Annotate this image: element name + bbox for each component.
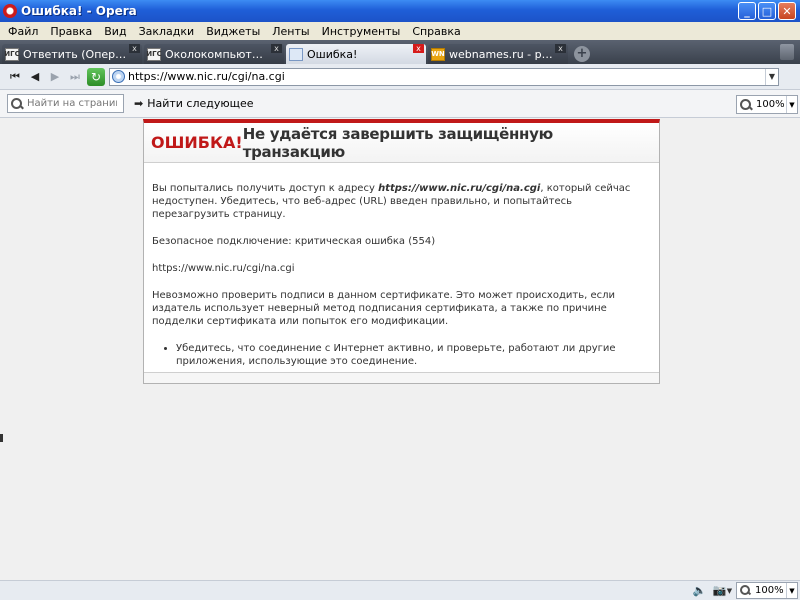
tab-close-icon[interactable]: x [413,44,424,53]
suggestion-list: Убедитесь, что соединение с Интернет акт… [176,342,651,368]
suggestion-item: Убедитесь, что соединение с Интернет акт… [176,342,651,368]
tab-error[interactable]: Ошибка! x [286,44,426,64]
address-field[interactable]: https://www.nic.ru/cgi/na.cgi ▼ [109,67,779,86]
menu-feeds[interactable]: Ленты [266,25,315,38]
zoom-icon [740,98,752,111]
find-next-label: Найти следующее [147,97,254,110]
zoom-value[interactable]: 100% [756,99,785,110]
error-url-plain: https://www.nic.ru/cgi/na.cgi [152,263,295,274]
menu-widgets[interactable]: Виджеты [200,25,266,38]
close-button[interactable]: ✕ [778,2,796,20]
address-dropdown-icon[interactable]: ▼ [765,68,778,85]
forward-button[interactable]: ▶ [45,68,65,86]
tab-close-icon[interactable]: x [271,44,282,53]
tab-bar: ИГС Ответить (Операцион... x ИГС Околоко… [0,40,800,64]
minimize-button[interactable]: _ [738,2,756,20]
tab-offtopic[interactable]: ИГС Околокомпьютерные ... x [144,44,284,64]
address-url[interactable]: https://www.nic.ru/cgi/na.cgi [128,70,285,83]
forum-favicon-icon: ИГС [146,47,162,61]
webnames-favicon-icon: WN [431,47,445,61]
search-icon [11,97,23,110]
zoom-dropdown-icon[interactable]: ▼ [786,96,797,113]
tab-label: Околокомпьютерные ... [165,47,269,61]
fast-forward-button[interactable]: ⏭ [65,68,85,86]
menu-bookmarks[interactable]: Закладки [133,25,201,38]
secure-connection-status: Безопасное подключение: критическая ошиб… [152,236,436,247]
window-controls: _ □ ✕ [738,2,796,20]
opera-logo-icon [3,4,17,18]
arrow-right-icon: ➡ [134,97,144,110]
menu-tools[interactable]: Инструменты [316,25,407,38]
menu-file[interactable]: Файл [2,25,44,38]
page-content: ОШИБКА! Не удаётся завершить защищённую … [0,118,800,580]
error-footer [144,372,659,383]
window-title: Ошибка! - Opera [21,4,137,18]
opera-page-favicon-icon [289,47,303,61]
error-title: Не удаётся завершить защищённую транзакц… [242,124,553,161]
speaker-icon[interactable]: 🔈 [693,584,707,597]
error-url-bold: https://www.nic.ru/cgi/na.cgi [378,183,541,194]
window-titlebar: Ошибка! - Opera _ □ ✕ [0,0,800,22]
find-bar: ➡ Найти следующее 100% ▼ [0,90,800,118]
zoom-control[interactable]: 100% ▼ [736,95,798,114]
tab-label: Ответить (Операцион... [23,47,127,61]
error-text: Вы попытались получить доступ к адресу [152,183,379,194]
new-tab-button[interactable]: + [574,46,590,62]
back-button[interactable]: ◀ [25,68,45,86]
error-card: ОШИБКА! Не удаётся завершить защищённую … [143,119,660,384]
error-label: ОШИБКА! [151,133,243,152]
images-dropdown-icon[interactable]: ▼ [723,584,736,597]
find-field[interactable] [7,94,124,113]
rewind-button[interactable]: ⏮ [5,68,25,86]
address-toolbar: ⏮ ◀ ▶ ⏭ ↻ https://www.nic.ru/cgi/na.cgi … [0,64,800,90]
tab-close-icon[interactable]: x [555,44,566,53]
status-zoom-control[interactable]: 100% ▼ [736,582,798,599]
zoom-icon [740,585,751,596]
menu-bar: Файл Правка Вид Закладки Виджеты Ленты И… [0,22,800,40]
forum-favicon-icon: ИГС [4,47,20,61]
error-body: Вы попытались получить доступ к адресу h… [144,163,659,368]
find-input[interactable] [27,98,117,109]
site-security-icon[interactable] [112,70,125,83]
menu-edit[interactable]: Правка [44,25,98,38]
find-next-button[interactable]: ➡ Найти следующее [134,97,254,110]
reload-button[interactable]: ↻ [87,67,105,86]
trash-icon[interactable] [780,44,794,60]
menu-help[interactable]: Справка [406,25,466,38]
panel-toggle-handle[interactable] [0,434,3,442]
certificate-note: Невозможно проверить подписи в данном се… [152,290,615,327]
status-zoom-value[interactable]: 100% [755,585,784,596]
tab-webnames[interactable]: WN webnames.ru - регистр... x [428,44,568,64]
tab-close-icon[interactable]: x [129,44,140,53]
menu-view[interactable]: Вид [98,25,132,38]
status-zoom-dropdown-icon[interactable]: ▼ [786,583,797,598]
tab-reply[interactable]: ИГС Ответить (Операцион... x [2,44,142,64]
tab-label: webnames.ru - регистр... [449,47,553,61]
error-header: ОШИБКА! Не удаётся завершить защищённую … [144,123,659,163]
tab-label: Ошибка! [307,47,358,61]
maximize-button[interactable]: □ [758,2,776,20]
status-bar: 🔈 📷 ▼ 100% ▼ [0,580,800,600]
error-paragraph: Вы попытались получить доступ к адресу h… [152,182,651,221]
